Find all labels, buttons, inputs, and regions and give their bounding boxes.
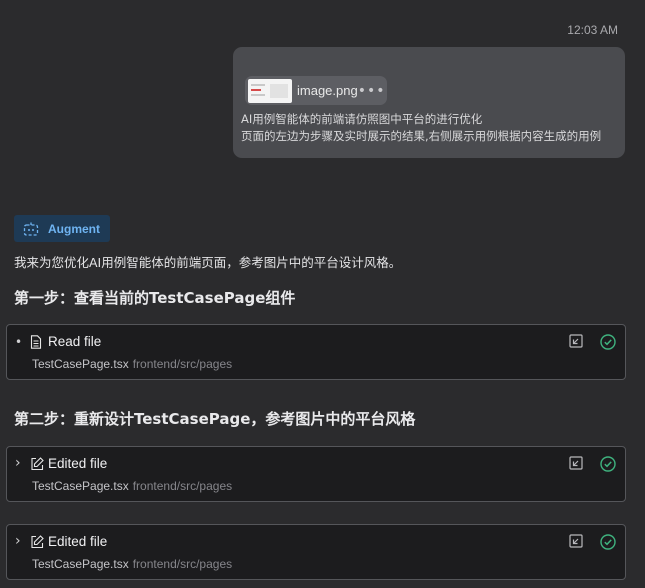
step-heading: 第一步：查看当前的TestCasePage组件	[14, 289, 296, 307]
agent-badge: Augment	[14, 215, 110, 242]
image-attachment[interactable]: image.png •••	[245, 76, 387, 105]
agent-name: Augment	[48, 221, 100, 236]
open-external-icon[interactable]	[569, 534, 583, 548]
agent-intro-text: 我来为您优化AI用例智能体的前端页面，参考图片中的平台设计风格。	[14, 255, 402, 270]
card-file-info: TestCasePage.tsx frontend/src/pages	[32, 479, 232, 493]
open-external-icon[interactable]	[569, 334, 583, 348]
card-file-info: TestCasePage.tsx frontend/src/pages	[32, 357, 232, 371]
file-path: frontend/src/pages	[132, 479, 233, 493]
message-timestamp: 12:03 AM	[567, 23, 618, 37]
success-check-icon	[600, 334, 616, 350]
success-check-icon	[600, 534, 616, 550]
chevron-right-icon[interactable]: ›	[15, 455, 21, 471]
card-title: Read file	[48, 334, 102, 349]
success-check-icon	[600, 456, 616, 472]
more-icon[interactable]: •••	[358, 83, 386, 99]
file-path: frontend/src/pages	[132, 557, 233, 571]
robot-icon	[23, 222, 39, 236]
card-title: Edited file	[48, 534, 108, 549]
user-message-line: 页面的左边为步骤及实时展示的结果,右侧展示用例根据内容生成的用例	[241, 129, 602, 143]
open-external-icon[interactable]	[569, 456, 583, 470]
edit-icon	[31, 457, 44, 471]
tool-card-edited-file[interactable]: › Edited file TestCasePage.tsx frontend/s…	[6, 446, 626, 502]
user-message-line: AI用例智能体的前端请仿照图中平台的进行优化	[241, 112, 483, 126]
user-message-bubble: image.png ••• AI用例智能体的前端请仿照图中平台的进行优化 页面的…	[233, 47, 625, 158]
edit-icon	[31, 535, 44, 549]
card-file-info: TestCasePage.tsx frontend/src/pages	[32, 557, 232, 571]
file-name[interactable]: TestCasePage.tsx	[32, 479, 129, 493]
file-icon	[30, 335, 42, 349]
file-path: frontend/src/pages	[132, 357, 233, 371]
chevron-right-icon[interactable]: ›	[15, 533, 21, 549]
tool-card-read-file[interactable]: • Read file TestCasePage.tsx frontend/src…	[6, 324, 626, 380]
step-heading: 第二步：重新设计TestCasePage，参考图片中的平台风格	[14, 410, 416, 428]
bullet-icon: •	[15, 335, 23, 349]
card-title: Edited file	[48, 456, 108, 471]
attachment-name: image.png	[297, 83, 358, 98]
file-name[interactable]: TestCasePage.tsx	[32, 357, 129, 371]
file-name[interactable]: TestCasePage.tsx	[32, 557, 129, 571]
tool-card-edited-file[interactable]: › Edited file TestCasePage.tsx frontend/s…	[6, 524, 626, 580]
image-thumbnail[interactable]	[248, 78, 292, 103]
